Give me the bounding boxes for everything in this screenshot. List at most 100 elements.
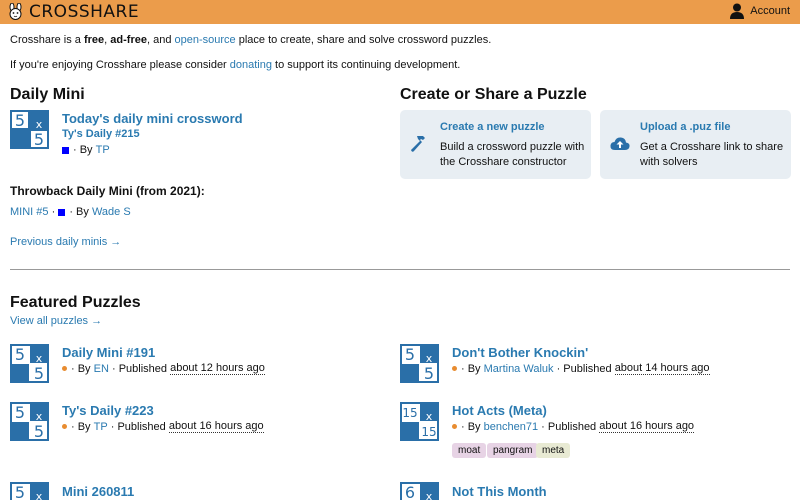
tag-meta[interactable]: meta bbox=[536, 443, 571, 458]
puzzle-title-link[interactable]: Daily Mini #191 bbox=[62, 345, 155, 360]
author-link[interactable]: benchen71 bbox=[484, 421, 538, 433]
puzzle-title-link[interactable]: Don't Bother Knockin' bbox=[452, 345, 588, 360]
throwback-heading: Throwback Daily Mini (from 2021): bbox=[10, 184, 205, 198]
view-all-puzzles-link[interactable]: View all puzzles → bbox=[10, 315, 102, 327]
bunny-logo-icon bbox=[9, 3, 22, 20]
svg-text:x: x bbox=[36, 490, 43, 500]
top-header: CROSSHARE Account bbox=[0, 0, 800, 24]
daily-mini-title-link[interactable]: Today's daily mini crossword bbox=[62, 111, 243, 126]
upload-puz-title: Upload a .puz file bbox=[640, 121, 731, 133]
intro2-text: If you're enjoying Crosshare please cons… bbox=[10, 59, 230, 71]
daily-mini-meta: · By TP bbox=[62, 144, 110, 156]
sep: · bbox=[51, 206, 56, 218]
grid-size-icon[interactable]: 5 x 5 bbox=[10, 344, 49, 383]
daily-mini-subtitle: Ty's Daily #215 bbox=[62, 128, 140, 140]
throwback-author-link[interactable]: Wade S bbox=[92, 206, 131, 218]
svg-text:5: 5 bbox=[405, 345, 415, 364]
published-time: about 12 hours ago bbox=[170, 362, 265, 375]
grid-size-icon[interactable]: 15 x 15 bbox=[400, 402, 439, 441]
published-time: about 16 hours ago bbox=[599, 420, 695, 433]
puzzle-title-link[interactable]: Mini 260811 bbox=[62, 484, 134, 499]
puzzle-meta: · By TP · Published about 16 hours ago bbox=[62, 420, 264, 433]
puzzle-title-link[interactable]: Ty's Daily #223 bbox=[62, 403, 154, 418]
svg-text:15: 15 bbox=[402, 406, 417, 420]
svg-text:5: 5 bbox=[15, 111, 25, 130]
upload-puz-desc: Get a Crosshare link to share with solve… bbox=[640, 141, 784, 168]
intro-and: , and bbox=[146, 34, 175, 46]
author-link[interactable]: TP bbox=[94, 421, 108, 433]
svg-text:5: 5 bbox=[15, 345, 25, 364]
throwback-row: MINI #5 · · By Wade S bbox=[10, 206, 131, 218]
author-link[interactable]: Martina Waluk bbox=[484, 363, 554, 375]
puzzle-meta: · By Martina Waluk · Published about 14 … bbox=[452, 362, 710, 375]
intro-line-1: Crosshare is a free, ad-free, and open-s… bbox=[10, 34, 491, 46]
orange-dot-icon bbox=[452, 424, 457, 429]
puzzle-meta: · By benchen71 · Published about 16 hour… bbox=[452, 420, 695, 433]
intro-text: Crosshare is a bbox=[10, 34, 84, 46]
svg-text:5: 5 bbox=[15, 403, 25, 422]
svg-text:15: 15 bbox=[421, 425, 436, 439]
svg-text:x: x bbox=[426, 490, 433, 500]
published-label: · Published bbox=[111, 362, 168, 375]
daily-mini-heading: Daily Mini bbox=[10, 86, 85, 103]
create-puzzle-title: Create a new puzzle bbox=[440, 121, 545, 133]
svg-text:5: 5 bbox=[34, 130, 44, 149]
section-divider bbox=[10, 269, 790, 270]
tag-pangram[interactable]: pangram bbox=[487, 443, 539, 458]
svg-text:5: 5 bbox=[34, 364, 44, 383]
intro2-suffix: to support its continuing development. bbox=[272, 59, 461, 71]
featured-puzzles-heading: Featured Puzzles bbox=[10, 294, 141, 311]
orange-dot-icon bbox=[452, 366, 457, 371]
daily-author-link[interactable]: TP bbox=[96, 144, 110, 156]
grid-size-icon[interactable]: 5 x 5 bbox=[10, 402, 49, 441]
hammer-icon bbox=[411, 136, 425, 152]
intro-adfree: ad-free bbox=[110, 34, 147, 46]
logo-text: CROSSHARE bbox=[29, 2, 140, 22]
grid-size-icon[interactable]: 5 x 5 bbox=[10, 482, 49, 500]
account-label: Account bbox=[750, 5, 790, 17]
svg-text:x: x bbox=[426, 410, 433, 423]
by-label: · By bbox=[71, 362, 91, 375]
create-share-heading: Create or Share a Puzzle bbox=[400, 86, 587, 103]
published-time: about 14 hours ago bbox=[614, 362, 710, 375]
open-source-link[interactable]: open-source bbox=[175, 34, 236, 46]
grid-size-icon[interactable]: 6 x bbox=[400, 482, 439, 500]
logo-link[interactable]: CROSSHARE bbox=[6, 2, 139, 22]
grid-size-icon[interactable]: 5 x 5 bbox=[10, 110, 49, 149]
tag-moat[interactable]: moat bbox=[452, 443, 487, 458]
orange-dot-icon bbox=[62, 424, 67, 429]
by-label: · By bbox=[461, 362, 481, 375]
svg-text:5: 5 bbox=[34, 422, 44, 441]
svg-text:5: 5 bbox=[15, 483, 25, 500]
grid-size-icon[interactable]: 5 x 5 bbox=[400, 344, 439, 383]
create-puzzle-desc: Build a crossword puzzle with the Crossh… bbox=[440, 141, 585, 168]
throwback-title-link[interactable]: MINI #5 bbox=[10, 206, 49, 218]
by-label: · By bbox=[461, 420, 481, 433]
previous-daily-minis-link[interactable]: Previous daily minis → bbox=[10, 236, 121, 248]
blue-square-icon bbox=[62, 146, 69, 154]
published-label: · Published bbox=[541, 420, 597, 433]
intro-line-2: If you're enjoying Crosshare please cons… bbox=[10, 59, 460, 71]
published-label: · Published bbox=[110, 420, 166, 433]
by-label: · By bbox=[73, 144, 93, 156]
account-button[interactable]: Account bbox=[730, 3, 790, 19]
intro-suffix: place to create, share and solve crosswo… bbox=[235, 34, 492, 46]
puzzle-title-link[interactable]: Not This Month bbox=[452, 484, 547, 499]
user-icon bbox=[730, 3, 745, 19]
by-label: · By bbox=[71, 420, 91, 433]
create-puzzle-card[interactable]: Create a new puzzle Build a crossword pu… bbox=[400, 110, 591, 179]
author-link[interactable]: EN bbox=[94, 363, 109, 375]
donating-link[interactable]: donating bbox=[230, 59, 272, 71]
by-label: · By bbox=[69, 206, 89, 218]
intro-free: free bbox=[83, 34, 105, 46]
published-time: about 16 hours ago bbox=[168, 420, 264, 433]
upload-puz-card[interactable]: Upload a .puz file Get a Crosshare link … bbox=[600, 110, 791, 179]
blue-square-icon bbox=[58, 208, 66, 216]
svg-text:5: 5 bbox=[424, 364, 434, 383]
svg-text:6: 6 bbox=[405, 483, 415, 500]
puzzle-meta: · By EN · Published about 12 hours ago bbox=[62, 362, 265, 375]
orange-dot-icon bbox=[62, 366, 67, 371]
published-label: · Published bbox=[556, 362, 612, 375]
puzzle-title-link[interactable]: Hot Acts (Meta) bbox=[452, 403, 547, 418]
cloud-upload-icon bbox=[610, 137, 630, 150]
